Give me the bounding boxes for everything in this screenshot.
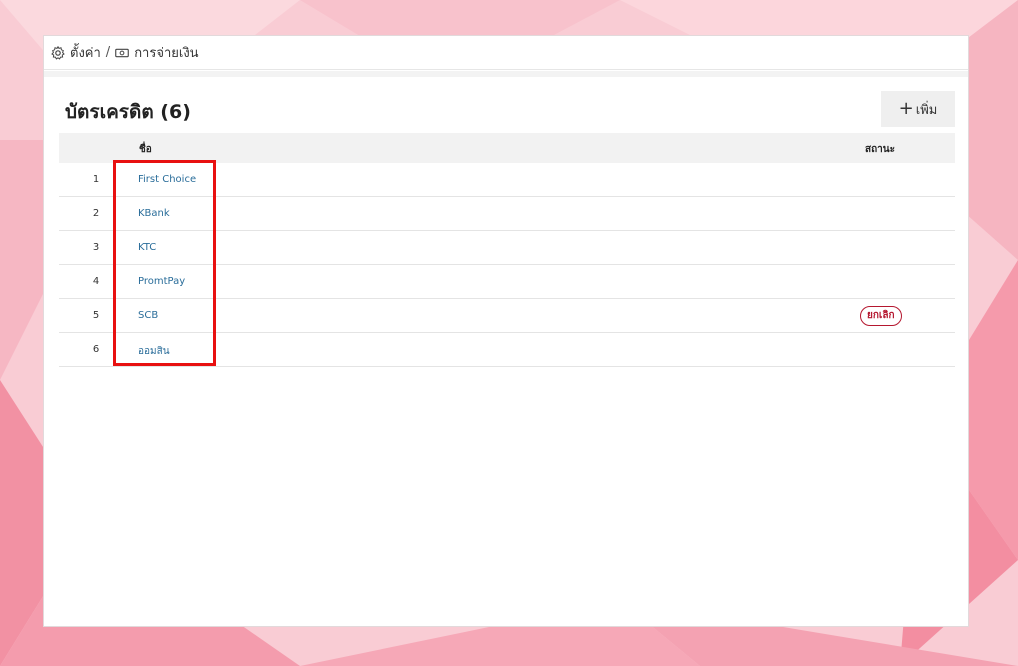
row-index: 2 xyxy=(92,208,100,219)
row-index: 3 xyxy=(92,242,100,253)
row-name-link[interactable]: First Choice xyxy=(138,174,196,185)
column-header-name: ชื่อ xyxy=(139,144,152,155)
gear-icon xyxy=(51,45,65,60)
table-row: 5 SCB ยกเลิก xyxy=(59,299,955,333)
status-badge: ยกเลิก xyxy=(860,306,902,326)
money-icon xyxy=(115,46,130,60)
row-name-link[interactable]: KBank xyxy=(138,208,170,219)
table-row: 1 First Choice xyxy=(59,163,955,197)
credit-card-panel: บัตรเครดิต (6) + เพิ่ม ชื่อ สถานะ 1 Firs… xyxy=(47,77,965,625)
row-name-link[interactable]: PromtPay xyxy=(138,276,185,287)
table-row: 4 PromtPay xyxy=(59,265,955,299)
table-row: 6 ออมสิน xyxy=(59,333,955,367)
page-title: บัตรเครดิต (6) xyxy=(65,101,191,123)
row-index: 5 xyxy=(92,310,100,321)
row-name-link[interactable]: SCB xyxy=(138,310,158,321)
table-header: ชื่อ สถานะ xyxy=(59,133,955,163)
breadcrumb-item-settings[interactable]: ตั้งค่า xyxy=(51,42,101,63)
row-index: 6 xyxy=(92,344,100,355)
table-row: 3 KTC xyxy=(59,231,955,265)
table-row: 2 KBank xyxy=(59,197,955,231)
row-index: 4 xyxy=(92,276,100,287)
credit-card-table: ชื่อ สถานะ 1 First Choice 2 KBank 3 KTC … xyxy=(59,133,955,367)
breadcrumb-separator: / xyxy=(105,45,111,60)
row-name-link[interactable]: ออมสิน xyxy=(138,344,170,359)
plus-icon: + xyxy=(898,98,914,119)
row-index: 1 xyxy=(92,174,100,185)
column-header-status: สถานะ xyxy=(865,144,895,155)
breadcrumb-payment-label: การจ่ายเงิน xyxy=(134,46,199,61)
main-window: ตั้งค่า / การจ่ายเงิน บัตรเครดิต (6) + เ… xyxy=(43,35,969,627)
add-button[interactable]: + เพิ่ม xyxy=(881,91,955,127)
breadcrumb-item-payment[interactable]: การจ่ายเงิน xyxy=(115,42,199,63)
row-name-link[interactable]: KTC xyxy=(138,242,156,253)
breadcrumb-settings-label: ตั้งค่า xyxy=(70,46,101,61)
add-button-label: เพิ่ม xyxy=(915,102,938,118)
breadcrumb: ตั้งค่า / การจ่ายเงิน xyxy=(44,36,968,70)
